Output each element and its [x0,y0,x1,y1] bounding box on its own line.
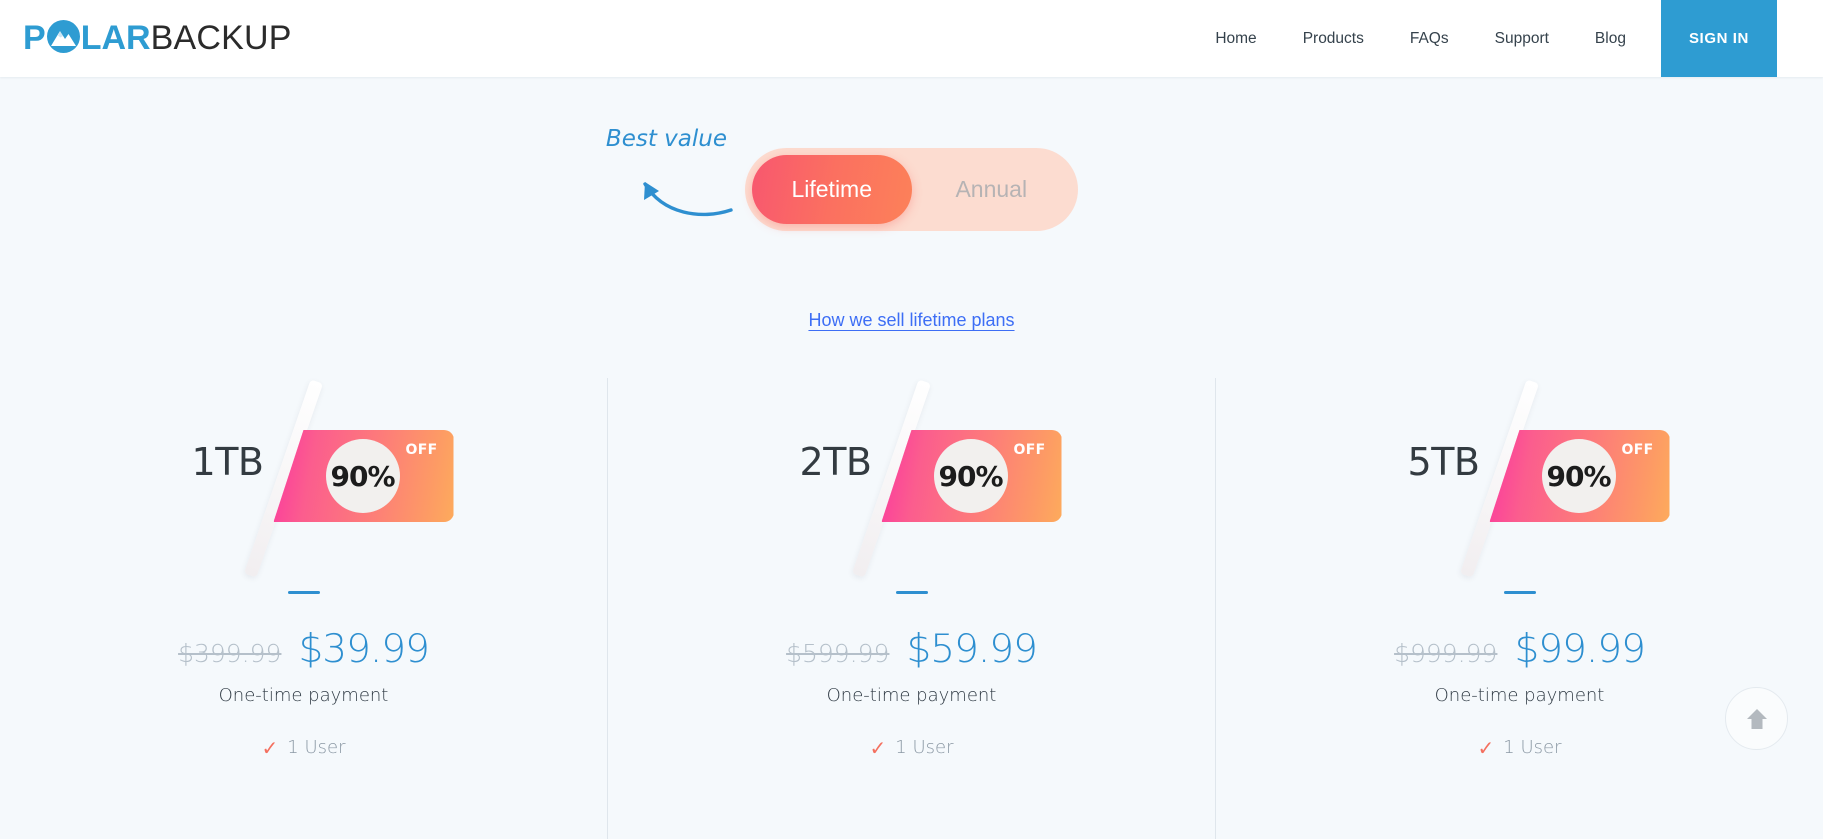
logo-text: P LAR BACKUP [23,19,292,58]
site-header: P LAR BACKUP Home Products FAQs Support … [0,0,1823,77]
discount-percent: 90% [1541,439,1616,513]
check-icon: ✓ [869,735,887,760]
nav-item-blog[interactable]: Blog [1572,0,1649,77]
scroll-to-top-button[interactable] [1725,687,1788,750]
plan-size-label: 1TB [191,440,264,484]
check-icon: ✓ [1477,735,1495,760]
card-divider [287,591,320,594]
sign-in-button[interactable]: SIGN IN [1660,0,1777,77]
plan-badge: 5TB 90% OFF [1370,379,1670,584]
card-divider [1503,591,1536,594]
payment-note: One-time payment [1434,685,1605,706]
nav-item-support[interactable]: Support [1472,0,1572,77]
mountain-circle-icon [46,19,80,58]
feature-label: 1 User [287,737,346,758]
feature-row: ✓ 1 User [1478,737,1562,758]
nav-item-home[interactable]: Home [1192,0,1279,77]
discount-percent: 90% [325,439,400,513]
logo-part2: LAR [80,19,151,57]
plan-size-label: 2TB [799,440,872,484]
feature-label: 1 User [1503,737,1562,758]
pricing-cards: 1TB 90% OFF $399.99 $39.99 One-time paym… [0,378,1823,839]
payment-note: One-time payment [826,685,997,706]
arrow-up-icon [1746,708,1767,729]
price-current: $59.99 [906,627,1037,672]
price-row: $599.99 $59.99 [786,627,1038,672]
toggle-option-lifetime[interactable]: Lifetime [752,155,912,224]
billing-toggle-wrapper: Best value Lifetime Annual [606,126,1078,231]
plan-size-label: 5TB [1407,440,1480,484]
discount-percent: 90% [933,439,1008,513]
discount-off-label: OFF [405,442,438,458]
feature-label: 1 User [895,737,954,758]
plan-badge: 2TB 90% OFF [762,379,1062,584]
price-original: $599.99 [786,639,890,668]
lifetime-plans-link-row: How we sell lifetime plans [0,310,1823,331]
billing-toggle-row: Best value Lifetime Annual [0,126,1823,231]
logo-part1: P [23,19,46,57]
pricing-card: 1TB 90% OFF $399.99 $39.99 One-time paym… [0,378,607,839]
payment-note: One-time payment [218,685,389,706]
nav-item-faqs[interactable]: FAQs [1387,0,1472,77]
card-divider [895,591,928,594]
nav-item-products[interactable]: Products [1280,0,1387,77]
pricing-card: 5TB 90% OFF $999.99 $99.99 One-time paym… [1215,378,1823,839]
feature-row: ✓ 1 User [870,737,954,758]
price-current: $39.99 [298,627,429,672]
price-row: $399.99 $39.99 [178,627,430,672]
discount-off-label: OFF [1013,442,1046,458]
logo-part3: BACKUP [150,19,292,57]
check-icon: ✓ [261,735,279,760]
billing-toggle[interactable]: Lifetime Annual [745,148,1078,231]
price-current: $99.99 [1514,627,1645,672]
price-original: $399.99 [178,639,282,668]
feature-row: ✓ 1 User [262,737,346,758]
best-value-annotation: Best value [605,126,727,152]
plan-badge: 1TB 90% OFF [154,379,454,584]
pricing-card: 2TB 90% OFF $599.99 $59.99 One-time paym… [607,378,1215,839]
price-original: $999.99 [1394,639,1498,668]
curved-arrow-icon [643,182,733,217]
site-logo[interactable]: P LAR BACKUP [23,0,292,77]
price-row: $999.99 $99.99 [1394,627,1646,672]
discount-off-label: OFF [1621,442,1654,458]
toggle-option-annual[interactable]: Annual [912,155,1072,224]
main-navigation: Home Products FAQs Support Blog SIGN IN [1192,0,1823,77]
how-we-sell-lifetime-plans-link[interactable]: How we sell lifetime plans [808,310,1014,330]
